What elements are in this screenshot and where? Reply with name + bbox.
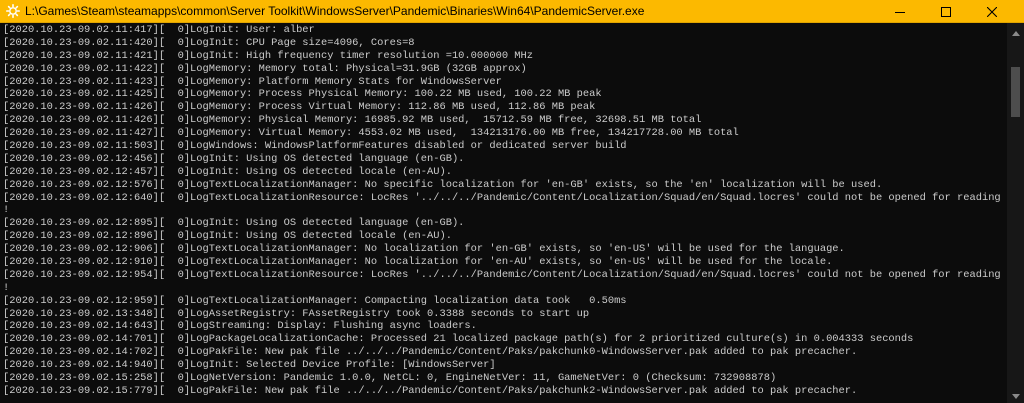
log-line: [2020.10.23-09.02.11:417][ 0]LogInit: Us…: [3, 24, 315, 36]
log-line: [2020.10.23-09.02.11:422][ 0]LogMemory: …: [3, 62, 527, 75]
scroll-thumb[interactable]: [1011, 67, 1020, 117]
log-line: [2020.10.23-09.02.14:702][ 0]LogPakFile:…: [3, 346, 858, 359]
close-button[interactable]: [969, 0, 1015, 23]
maximize-icon: [941, 6, 951, 17]
log-line: [2020.10.23-09.02.15:779][ 0]LogPakFile:…: [3, 384, 858, 397]
log-line: [2020.10.23-09.02.14:940][ 0]LogInit: Se…: [3, 359, 496, 372]
maximize-button[interactable]: [923, 0, 969, 23]
app-gear-icon[interactable]: [6, 4, 20, 18]
log-line: [2020.10.23-09.02.12:457][ 0]LogInit: Us…: [3, 165, 452, 178]
log-line: [2020.10.23-09.02.12:910][ 0]LogTextLoca…: [3, 256, 833, 269]
log-line: [2020.10.23-09.02.12:959][ 0]LogTextLoca…: [3, 294, 627, 307]
vertical-scrollbar[interactable]: [1007, 23, 1024, 403]
log-line: [2020.10.23-09.02.11:426][ 0]LogMemory: …: [3, 101, 596, 114]
log-line: [2020.10.23-09.02.11:421][ 0]LogInit: Hi…: [3, 49, 534, 62]
log-line: [2020.10.23-09.02.12:576][ 0]LogTextLoca…: [3, 178, 883, 191]
console-window: L:\Games\Steam\steamapps\common\Server T…: [0, 0, 1024, 403]
log-line: [2020.10.23-09.02.11:427][ 0]LogMemory: …: [3, 127, 739, 140]
scroll-down-button[interactable]: [1007, 386, 1024, 403]
log-line: [2020.10.23-09.02.12:954][ 0]LogTextLoca…: [3, 268, 1001, 281]
minimize-icon: [895, 7, 905, 17]
scroll-down-arrow-icon: [1011, 386, 1020, 403]
log-line: [2020.10.23-09.02.14:643][ 0]LogStreamin…: [3, 320, 477, 333]
log-line: [2020.10.23-09.02.12:906][ 0]LogTextLoca…: [3, 243, 845, 256]
scroll-up-button[interactable]: [1007, 23, 1024, 40]
scroll-up-arrow-icon: [1011, 23, 1020, 41]
log-line: [2020.10.23-09.02.12:896][ 0]LogInit: Us…: [3, 230, 452, 243]
log-line: [2020.10.23-09.02.15:258][ 0]LogNetVersi…: [3, 372, 777, 385]
log-line: [2020.10.23-09.02.14:701][ 0]LogPackageL…: [3, 333, 914, 346]
window-title: L:\Games\Steam\steamapps\common\Server T…: [25, 4, 645, 18]
log-line: [2020.10.23-09.02.12:640][ 0]LogTextLoca…: [3, 191, 1001, 204]
title-bar[interactable]: L:\Games\Steam\steamapps\common\Server T…: [0, 0, 1024, 23]
console-output[interactable]: [2020.10.23-09.02.11:417][ 0]LogInit: Us…: [0, 23, 1007, 403]
log-line: [2020.10.23-09.02.12:456][ 0]LogInit: Us…: [3, 152, 465, 165]
log-line: [2020.10.23-09.02.13:348][ 0]LogAssetReg…: [3, 307, 590, 320]
log-line: [2020.10.23-09.02.11:503][ 0]LogWindows:…: [3, 140, 627, 153]
log-line: [2020.10.23-09.02.11:420][ 0]LogInit: CP…: [3, 36, 415, 49]
log-line: [2020.10.23-09.02.11:423][ 0]LogMemory: …: [3, 75, 502, 88]
log-list: [2020.10.23-09.02.11:417][ 0]LogInit: Us…: [3, 24, 1001, 398]
log-line: !: [3, 281, 10, 294]
log-line: [2020.10.23-09.02.11:425][ 0]LogMemory: …: [3, 88, 602, 101]
minimize-button[interactable]: [877, 0, 923, 23]
close-icon: [987, 6, 997, 17]
log-line: [2020.10.23-09.02.12:895][ 0]LogInit: Us…: [3, 217, 465, 230]
log-line: !: [3, 204, 10, 217]
log-line: [2020.10.23-09.02.11:426][ 0]LogMemory: …: [3, 114, 702, 127]
